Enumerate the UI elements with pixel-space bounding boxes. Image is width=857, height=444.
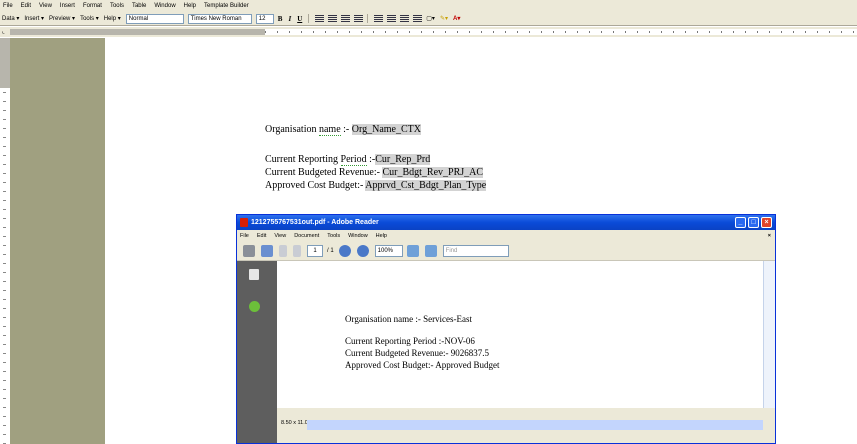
style-select[interactable]: Normal xyxy=(125,13,184,24)
pdf-period-line: Current Reporting Period :-NOV-06 xyxy=(345,336,475,346)
email-icon[interactable] xyxy=(261,244,273,257)
close-button[interactable]: × xyxy=(761,217,772,228)
toolbar-help-menu[interactable]: Help ▾ xyxy=(104,15,121,22)
reader-menu-tools[interactable]: Tools xyxy=(327,233,340,239)
pages-icon[interactable] xyxy=(249,269,259,280)
menu-insert[interactable]: Insert xyxy=(60,3,75,9)
bold-button[interactable]: B xyxy=(278,15,283,23)
fit-page-icon[interactable] xyxy=(406,244,419,257)
menu-template-builder[interactable]: Template Builder xyxy=(204,3,249,9)
tab-selector-icon[interactable]: ⌞ xyxy=(2,28,9,35)
bullets-icon[interactable] xyxy=(387,15,397,22)
decrease-indent-icon[interactable] xyxy=(400,15,410,22)
period-sep: :- xyxy=(366,154,376,165)
period-label: Current Reporting xyxy=(265,154,341,165)
word-menu-bar: File Edit View Insert Format Tools Table… xyxy=(0,0,857,12)
italic-button[interactable]: I xyxy=(288,15,291,23)
print-icon[interactable] xyxy=(243,244,255,257)
toolbar-preview-menu[interactable]: Preview ▾ xyxy=(49,15,75,22)
vertical-ruler-margin xyxy=(0,38,10,88)
toolbar-tools-menu[interactable]: Tools ▾ xyxy=(80,15,99,22)
budgeted-revenue-field[interactable]: Cur_Bdgt_Rev_PRJ_AC xyxy=(382,167,484,178)
toolbar-separator xyxy=(308,14,310,23)
close-document-icon[interactable]: × xyxy=(768,233,771,239)
reader-title-bar[interactable]: 1212755767531out.pdf - Adobe Reader _ □ … xyxy=(237,215,775,230)
org-label: Organisation xyxy=(265,124,319,135)
font-select[interactable]: Times New Roman xyxy=(187,13,252,24)
menu-table[interactable]: Table xyxy=(132,3,146,9)
menu-edit[interactable]: Edit xyxy=(21,3,31,9)
increase-indent-icon[interactable] xyxy=(413,15,423,22)
numbering-icon[interactable] xyxy=(374,15,384,22)
align-left-icon[interactable] xyxy=(315,15,325,22)
ruler-margin xyxy=(10,29,265,35)
find-input[interactable]: Find xyxy=(442,244,509,257)
reader-menu-view[interactable]: View xyxy=(274,233,286,239)
reader-menu-bar: File Edit View Document Tools Window Hel… xyxy=(237,230,775,241)
revenue-label: Current Budgeted Revenue:- xyxy=(265,167,383,178)
page-total: / 1 xyxy=(327,247,334,254)
menu-file[interactable]: File xyxy=(3,3,13,9)
word-left-margin-area xyxy=(10,38,105,444)
cost-label: Approved Cost Budget:- xyxy=(265,180,366,191)
highlight-icon[interactable]: ✎▾ xyxy=(440,15,448,22)
font-size-select[interactable]: 12 xyxy=(255,13,274,24)
toolbar-insert-menu[interactable]: Insert ▾ xyxy=(24,15,44,22)
fit-width-icon[interactable] xyxy=(424,244,437,257)
reader-vertical-scrollbar[interactable] xyxy=(763,261,775,408)
align-right-icon[interactable] xyxy=(341,15,351,22)
period-word: Period xyxy=(340,154,367,166)
template-org-line[interactable]: Organisation name :- Org_Name_CTX xyxy=(265,124,421,136)
horizontal-ruler[interactable] xyxy=(265,29,857,35)
menu-window[interactable]: Window xyxy=(154,3,175,9)
template-cost-line[interactable]: Approved Cost Budget:- Apprvd_Cst_Bdgt_P… xyxy=(265,180,487,191)
reader-title: 1212755767531out.pdf - Adobe Reader xyxy=(251,219,379,226)
reader-menu-window[interactable]: Window xyxy=(348,233,368,239)
help-icon[interactable] xyxy=(249,301,260,312)
reader-horizontal-scrollbar[interactable] xyxy=(307,420,763,430)
zoom-select[interactable]: 100% xyxy=(374,244,403,257)
pdf-cost-line: Approved Cost Budget:- Approved Budget xyxy=(345,360,500,370)
approved-cost-field[interactable]: Apprvd_Cst_Bdgt_Plan_Type xyxy=(365,180,487,191)
menu-help[interactable]: Help xyxy=(184,3,196,9)
maximize-button[interactable]: □ xyxy=(748,217,759,228)
reader-menu-edit[interactable]: Edit xyxy=(257,233,266,239)
reader-toolbar: 1 / 1 100% Find xyxy=(237,241,775,261)
minimize-button[interactable]: _ xyxy=(735,217,746,228)
org-name-field[interactable]: Org_Name_CTX xyxy=(351,124,421,135)
reporting-period-field[interactable]: Cur_Rep_Prd xyxy=(375,154,431,165)
pdf-page[interactable] xyxy=(277,261,763,408)
toolbar-data-menu[interactable]: Data ▾ xyxy=(2,15,19,22)
zoom-in-icon[interactable] xyxy=(356,244,369,257)
reader-menu-file[interactable]: File xyxy=(240,233,249,239)
menu-tools[interactable]: Tools xyxy=(110,3,124,9)
pdf-org-line: Organisation name :- Services-East xyxy=(345,314,473,324)
reader-navigation-pane xyxy=(237,261,277,443)
adobe-reader-icon xyxy=(240,218,248,227)
template-revenue-line[interactable]: Current Budgeted Revenue:- Cur_Bdgt_Rev_… xyxy=(265,167,484,178)
org-sep: :- xyxy=(340,124,352,135)
underline-button[interactable]: U xyxy=(297,15,302,23)
horizontal-ruler-bar: ⌞ xyxy=(0,27,857,37)
borders-icon[interactable]: ▢▾ xyxy=(426,15,435,22)
org-name-word: name xyxy=(318,124,341,136)
page-number-input[interactable]: 1 xyxy=(307,244,323,257)
reader-menu-document[interactable]: Document xyxy=(294,233,319,239)
menu-format[interactable]: Format xyxy=(83,3,102,9)
justify-icon[interactable] xyxy=(354,15,364,22)
next-page-icon[interactable] xyxy=(293,244,301,257)
zoom-out-icon[interactable] xyxy=(338,244,351,257)
font-color-icon[interactable]: A▾ xyxy=(453,15,460,22)
template-period-line[interactable]: Current Reporting Period :-Cur_Rep_Prd xyxy=(265,154,431,166)
previous-page-icon[interactable] xyxy=(279,244,287,257)
word-formatting-toolbar: Data ▾ Insert ▾ Preview ▾ Tools ▾ Help ▾… xyxy=(0,12,857,26)
pdf-revenue-line: Current Budgeted Revenue:- 9026837.5 xyxy=(345,348,489,358)
adobe-reader-window[interactable]: 1212755767531out.pdf - Adobe Reader _ □ … xyxy=(236,214,776,444)
reader-menu-help[interactable]: Help xyxy=(376,233,387,239)
menu-view[interactable]: View xyxy=(39,3,52,9)
toolbar-separator xyxy=(367,14,369,23)
align-center-icon[interactable] xyxy=(328,15,338,22)
